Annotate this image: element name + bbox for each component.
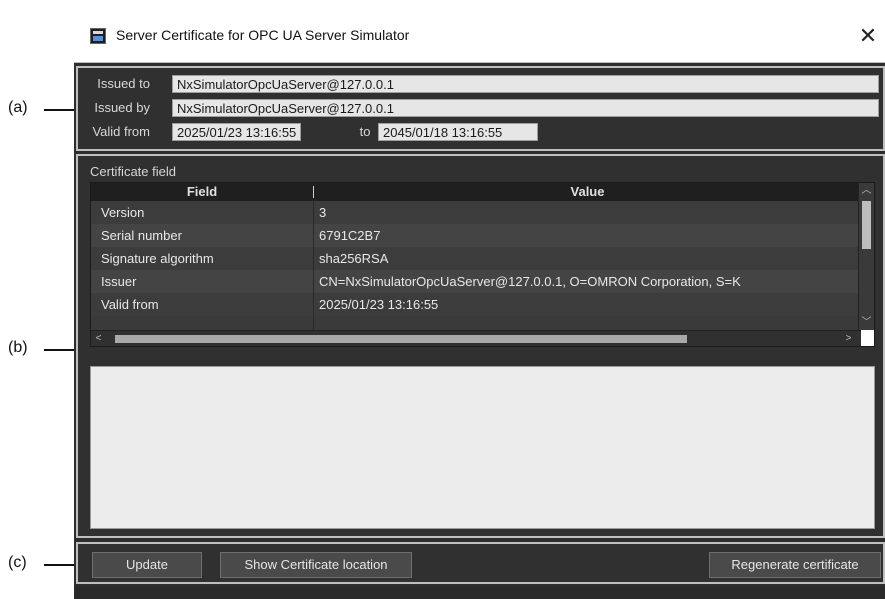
horizontal-scroll-thumb[interactable] xyxy=(115,335,687,343)
certificate-panel: Certificate field Field Value Version 3 … xyxy=(76,154,885,538)
valid-from-label: Valid from xyxy=(92,124,150,139)
valid-to-field: 2045/01/18 13:16:55 xyxy=(378,123,538,141)
title-bar: Server Certificate for OPC UA Server Sim… xyxy=(74,0,885,63)
table-row[interactable]: Valid from 2025/01/23 13:16:55 xyxy=(91,293,861,316)
bottom-border xyxy=(74,587,885,599)
column-divider xyxy=(313,201,314,346)
issuer-panel: Issued to NxSimulatorOpcUaServer@127.0.0… xyxy=(76,66,885,151)
field-cell: Serial number xyxy=(101,228,182,243)
grid-header: Field Value xyxy=(91,183,861,201)
button-bar: Update Show Certificate location Regener… xyxy=(76,542,885,584)
value-cell: 2025/01/23 13:16:55 xyxy=(319,297,439,312)
horizontal-scrollbar[interactable]: < > xyxy=(91,330,861,346)
callout-c: (c) xyxy=(0,554,74,575)
table-row[interactable]: Serial number 6791C2B7 xyxy=(91,224,861,247)
issued-to-field: NxSimulatorOpcUaServer@127.0.0.1 xyxy=(172,75,879,93)
show-certificate-location-button[interactable]: Show Certificate location xyxy=(220,552,412,578)
value-cell: 3 xyxy=(319,205,327,220)
field-cell: Signature algorithm xyxy=(101,251,214,266)
scroll-left-icon[interactable]: < xyxy=(91,331,106,346)
table-row[interactable]: Issuer CN=NxSimulatorOpcUaServer@127.0.0… xyxy=(91,270,861,293)
value-cell: CN=NxSimulatorOpcUaServer@127.0.0.1, O=O… xyxy=(319,274,741,289)
callout-c-label: (c) xyxy=(8,554,27,571)
column-header-field[interactable]: Field xyxy=(91,183,313,201)
update-button[interactable]: Update xyxy=(92,552,202,578)
issued-by-field: NxSimulatorOpcUaServer@127.0.0.1 xyxy=(172,99,879,117)
scroll-up-icon[interactable]: ︿ xyxy=(859,183,874,198)
callout-c-line xyxy=(44,564,74,566)
callout-a: (a) xyxy=(0,99,74,120)
value-cell: sha256RSA xyxy=(319,251,389,266)
field-cell: Valid from xyxy=(101,297,159,312)
field-detail-textbox[interactable] xyxy=(90,366,875,529)
window-title: Server Certificate for OPC UA Server Sim… xyxy=(116,27,410,43)
callout-b: (b) xyxy=(0,339,74,360)
field-cell: Version xyxy=(101,205,145,220)
value-cell: 6791C2B7 xyxy=(319,228,381,243)
certificate-section-title: Certificate field xyxy=(90,164,176,179)
field-cell: Issuer xyxy=(101,274,137,289)
scroll-down-icon[interactable]: ﹀ xyxy=(859,315,874,330)
app-icon xyxy=(90,28,106,44)
column-header-value[interactable]: Value xyxy=(314,183,861,201)
scroll-right-icon[interactable]: > xyxy=(841,331,856,346)
vertical-scroll-thumb[interactable] xyxy=(862,201,871,249)
valid-from-field: 2025/01/23 13:16:55 xyxy=(172,123,301,141)
certificate-grid: Field Value Version 3 Serial number 6791… xyxy=(90,182,875,347)
grid-body: Version 3 Serial number 6791C2B7 Signatu… xyxy=(91,201,861,330)
issued-to-label: Issued to xyxy=(97,76,150,91)
callout-a-line xyxy=(44,109,74,111)
to-label: to xyxy=(359,124,371,139)
callout-a-label: (a) xyxy=(8,99,28,116)
regenerate-certificate-button[interactable]: Regenerate certificate xyxy=(709,552,881,578)
table-row[interactable]: Signature algorithm sha256RSA xyxy=(91,247,861,270)
scrollbar-corner xyxy=(861,330,874,346)
callout-b-label: (b) xyxy=(8,339,28,356)
issued-by-label: Issued by xyxy=(94,100,150,115)
vertical-scrollbar[interactable]: ︿ ﹀ xyxy=(858,183,874,330)
table-row[interactable]: Version 3 xyxy=(91,201,861,224)
callout-b-line xyxy=(44,349,74,351)
certificate-dialog: Server Certificate for OPC UA Server Sim… xyxy=(74,0,885,599)
close-icon[interactable]: ✕ xyxy=(853,22,883,50)
